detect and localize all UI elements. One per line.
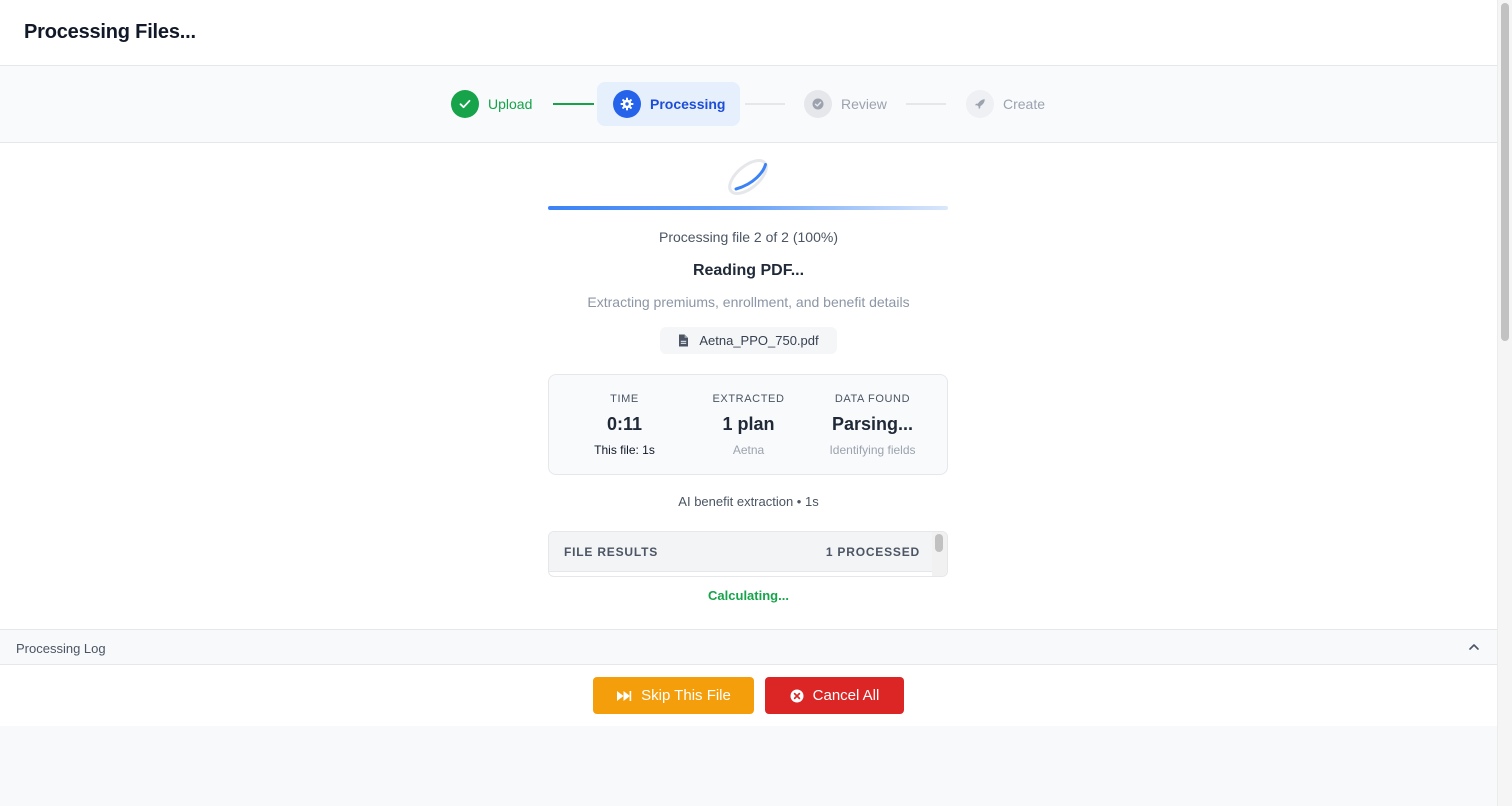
- stat-value: Parsing...: [831, 414, 914, 434]
- close-circle-icon: [790, 689, 804, 702]
- file-results-panel[interactable]: FILE RESULTS 1 PROCESSED: [548, 531, 948, 577]
- rocket-icon: [966, 90, 994, 118]
- stat-label: EXTRACTED: [712, 393, 785, 405]
- stat-sub: This file: 1s: [594, 443, 655, 457]
- processing-status: Processing file 2 of 2 (100%): [659, 229, 838, 245]
- file-results-scrollbar[interactable]: [932, 532, 947, 576]
- stat-value: 1 plan: [722, 414, 775, 434]
- processing-log-label: Processing Log: [16, 641, 106, 656]
- action-bar: Skip This File Cancel All: [0, 665, 1497, 726]
- stats-card: TIME 0:11 This file: 1s EXTRACTED 1 plan…: [548, 374, 948, 475]
- stage-detail: Extracting premiums, enrollment, and ben…: [587, 294, 910, 310]
- page-title: Processing Files...: [24, 21, 196, 43]
- page-header: Processing Files...: [0, 0, 1497, 66]
- page-scrollbar-thumb[interactable]: [1501, 3, 1509, 341]
- cancel-all-button[interactable]: Cancel All: [765, 677, 904, 714]
- processing-log-toggle[interactable]: Processing Log: [0, 629, 1497, 665]
- stat-sub: Identifying fields: [829, 443, 916, 457]
- step-upload[interactable]: Upload: [451, 82, 532, 126]
- skip-file-button[interactable]: Skip This File: [593, 677, 754, 714]
- step-upload-label: Upload: [488, 96, 533, 112]
- current-file-name: Aetna_PPO_750.pdf: [699, 333, 819, 348]
- stat-sub: Aetna: [732, 443, 765, 457]
- step-review-label: Review: [841, 96, 887, 112]
- step-create[interactable]: Create: [966, 82, 1045, 126]
- check-icon: [451, 90, 479, 118]
- current-file-chip: Aetna_PPO_750.pdf: [660, 327, 837, 354]
- file-results-count: 1 PROCESSED: [825, 545, 920, 559]
- step-review[interactable]: Review: [804, 82, 887, 126]
- cancel-all-label: Cancel All: [812, 687, 880, 704]
- progress-stepper: Upload Processing Review Create: [0, 66, 1497, 143]
- stat-value: 0:11: [606, 414, 643, 434]
- file-results-title: FILE RESULTS: [564, 545, 659, 559]
- processing-panel: Processing file 2 of 2 (100%) Reading PD…: [0, 143, 1497, 629]
- step-processing[interactable]: Processing: [597, 82, 740, 126]
- stage-title: Reading PDF...: [692, 262, 805, 279]
- fast-forward-icon: [617, 690, 632, 701]
- step-connector: [906, 103, 946, 105]
- step-processing-label: Processing: [650, 96, 726, 112]
- calculating-status: Calculating...: [708, 588, 789, 603]
- scrollbar-thumb[interactable]: [935, 534, 943, 552]
- stat-label: TIME: [610, 393, 639, 405]
- step-connector: [553, 103, 594, 105]
- file-icon: [679, 334, 689, 347]
- stat-label: DATA FOUND: [834, 393, 911, 405]
- page-scrollbar[interactable]: [1497, 0, 1512, 806]
- step-connector: [745, 103, 785, 105]
- progress-bar: [548, 206, 948, 210]
- skip-file-label: Skip This File: [641, 687, 731, 704]
- loading-spinner-icon: [728, 159, 768, 195]
- gear-icon: [613, 90, 641, 118]
- check-circle-icon: [804, 90, 832, 118]
- step-create-label: Create: [1003, 96, 1046, 112]
- chevron-up-icon[interactable]: [1467, 642, 1481, 652]
- ai-extraction-status: AI benefit extraction • 1s: [678, 494, 819, 509]
- file-results-header: FILE RESULTS 1 PROCESSED: [549, 532, 934, 572]
